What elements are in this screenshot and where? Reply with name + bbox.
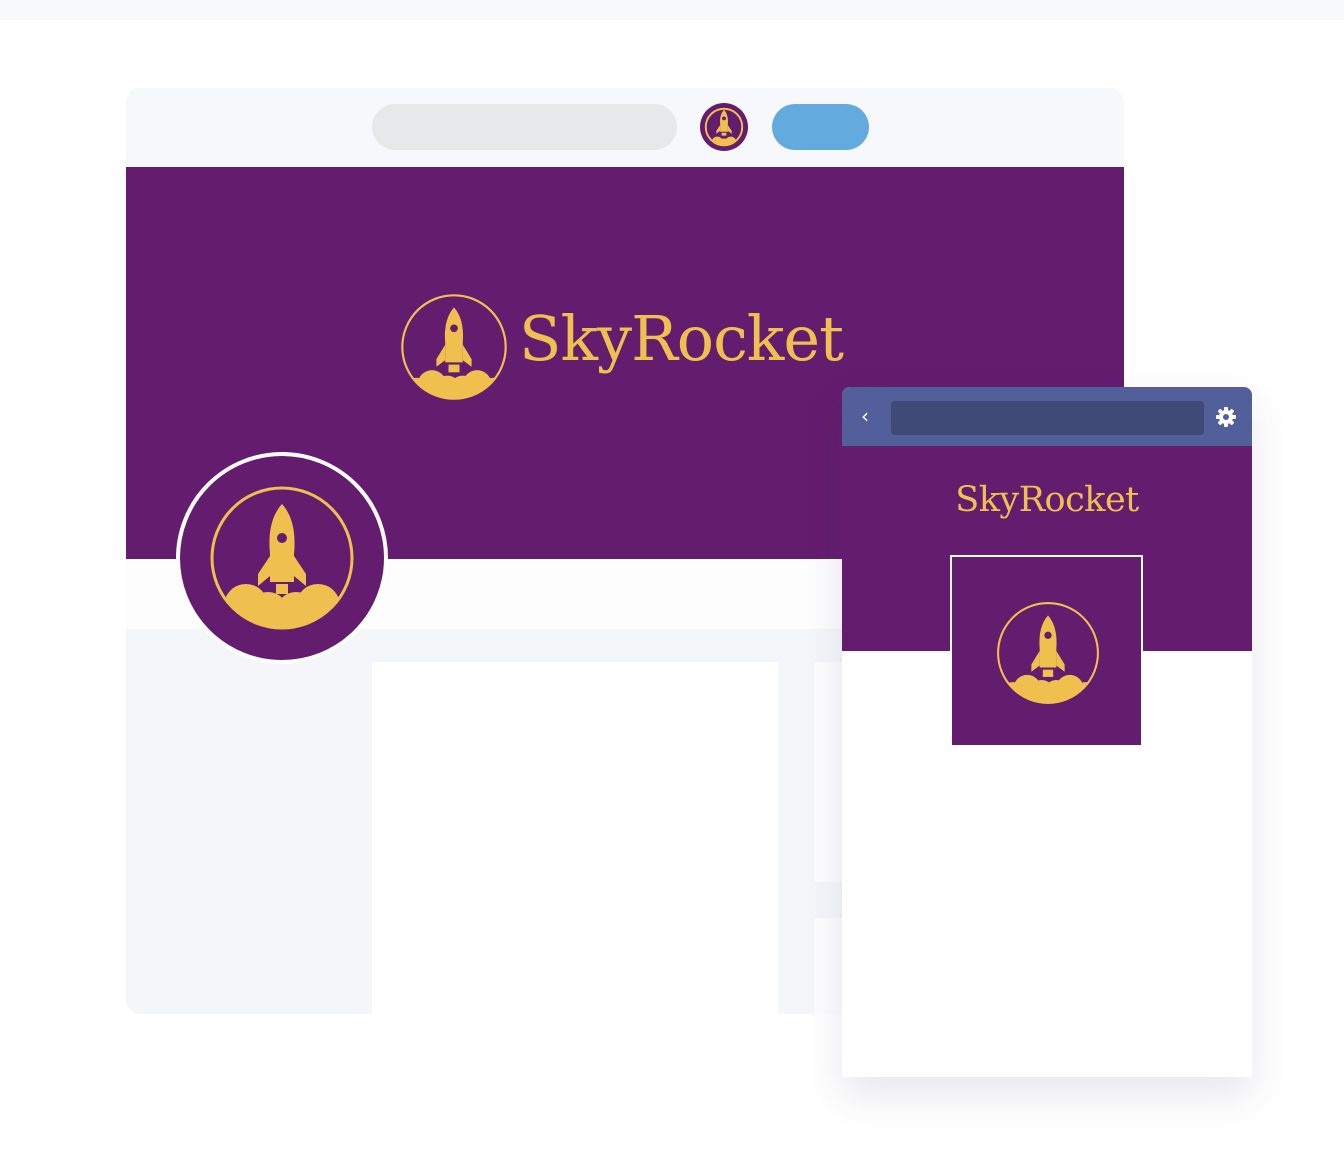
mobile-cover-brand-name: SkyRocket: [955, 480, 1139, 520]
page-top-strip: [0, 0, 1344, 20]
cover-logo: [399, 292, 509, 402]
profile-picture[interactable]: [176, 452, 388, 664]
rocket-launch-icon: [704, 107, 744, 147]
rocket-launch-icon: [401, 294, 507, 400]
mobile-top-bar: ‹: [842, 387, 1252, 446]
main-feed-column: [372, 662, 778, 1014]
chevron-left-icon[interactable]: ‹: [854, 404, 876, 428]
mobile-window: ‹ SkyRocket: [842, 387, 1252, 1077]
rocket-launch-icon: [996, 601, 1100, 705]
account-avatar[interactable]: [700, 103, 748, 151]
mobile-profile-picture[interactable]: [950, 555, 1143, 747]
search-bar[interactable]: [372, 104, 677, 150]
rocket-launch-icon: [210, 486, 354, 630]
cover-brand-name: SkyRocket: [519, 302, 844, 375]
action-button[interactable]: [772, 104, 869, 150]
gear-icon[interactable]: [1214, 405, 1238, 429]
desktop-top-bar: [126, 88, 1124, 167]
mobile-url-bar[interactable]: [891, 401, 1204, 435]
